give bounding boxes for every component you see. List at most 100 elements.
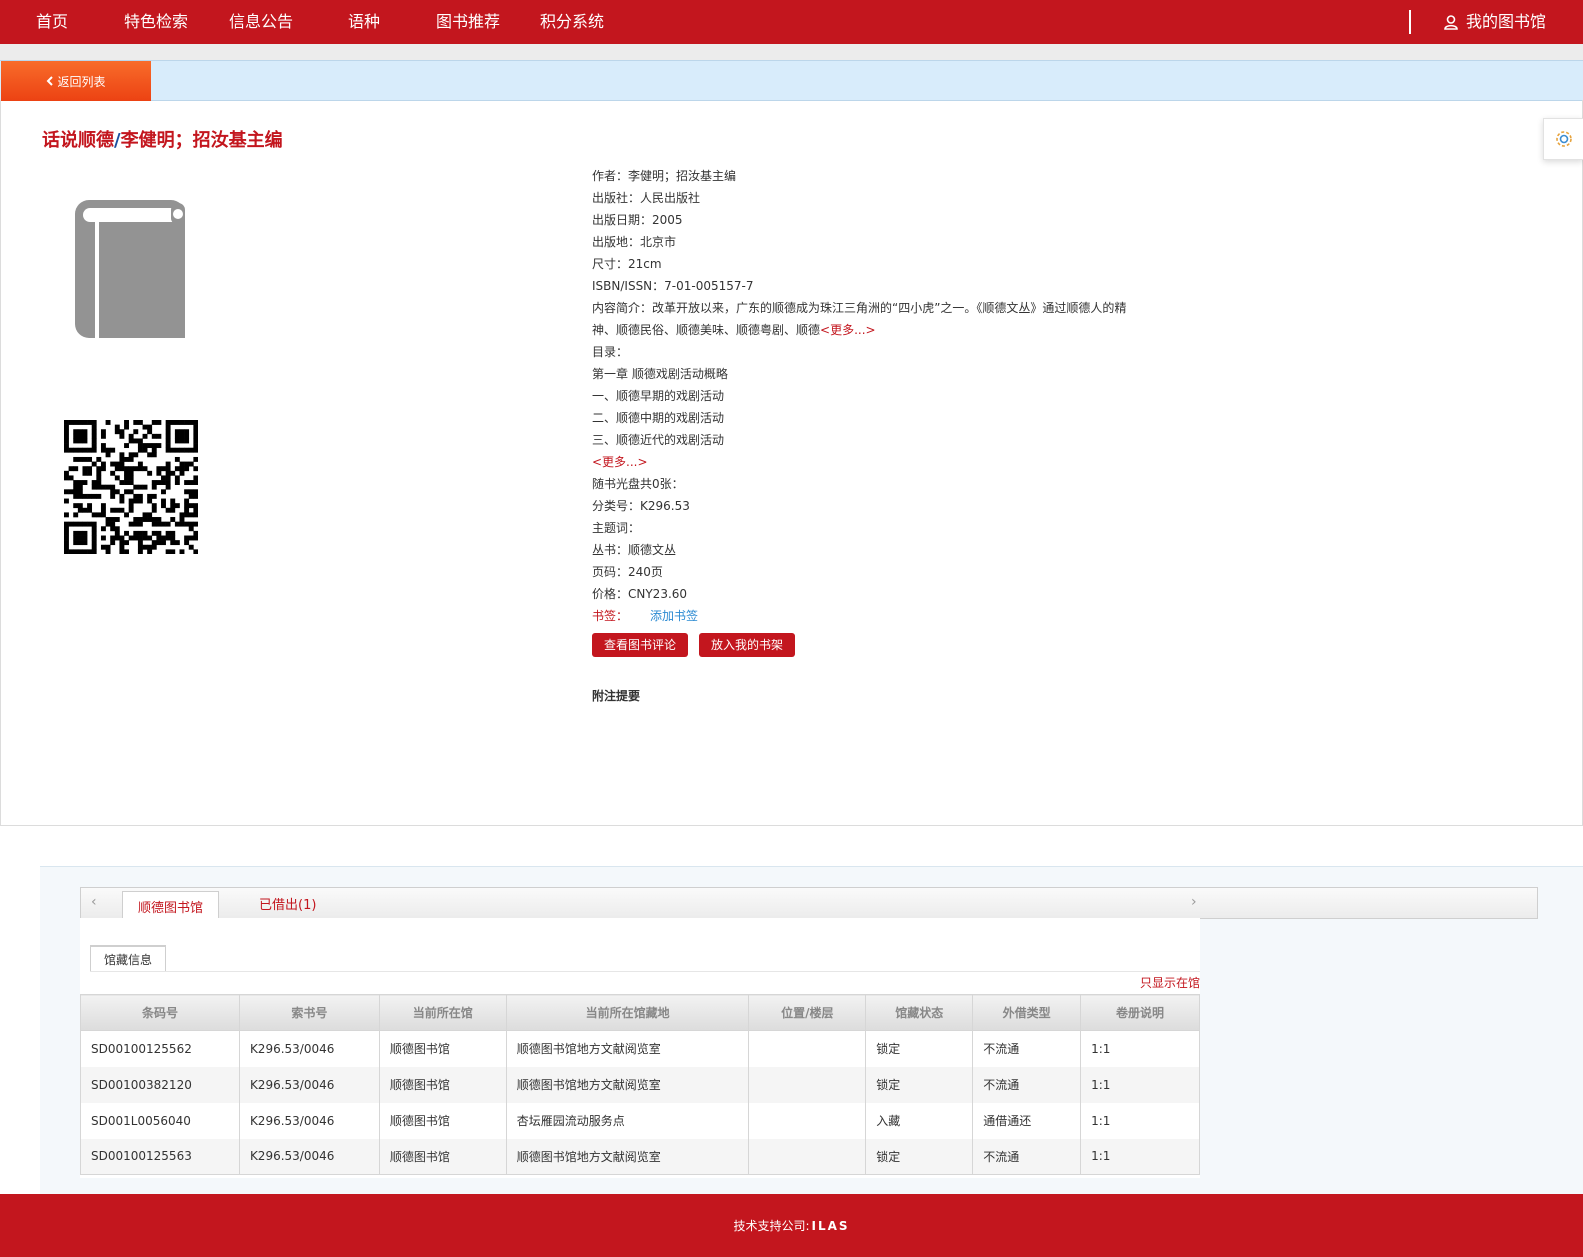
- cell-call-number: K296.53/0046: [238, 1138, 380, 1175]
- subtab-holdings-info[interactable]: 馆藏信息: [90, 945, 166, 971]
- cell-volume: 1:1: [1080, 1030, 1200, 1067]
- nav-points-system[interactable]: 积分系统: [540, 0, 604, 44]
- table-row: SD00100125563 K296.53/0046 顺德图书馆 顺德图书馆地方…: [80, 1138, 1200, 1175]
- cell-floor: [748, 1066, 867, 1103]
- back-to-list-label: 返回列表: [57, 74, 106, 89]
- col-volume: 卷册说明: [1080, 994, 1200, 1031]
- toc-more-link[interactable]: <更多...>: [592, 455, 648, 469]
- cell-library: 顺德图书馆: [378, 1102, 507, 1139]
- my-library-label: 我的图书馆: [1466, 12, 1547, 31]
- toc-item: 一、顺德早期的戏剧活动: [592, 389, 725, 403]
- back-to-list-button[interactable]: 返回列表: [1, 61, 151, 101]
- toc-item: 第一章 顺德戏剧活动概略: [592, 367, 728, 381]
- nav-divider: [1409, 10, 1411, 34]
- info-price: 价格：CNY23.60: [592, 587, 688, 601]
- info-isbn: ISBN/ISSN：7-01-005157-7: [592, 279, 754, 293]
- col-call-number: 索书号: [238, 994, 380, 1031]
- cell-library: 顺德图书馆: [378, 1030, 507, 1067]
- cell-location: 顺德图书馆地方文献阅览室: [505, 1030, 750, 1067]
- cell-volume: 1:1: [1080, 1138, 1200, 1175]
- cell-location: 顺德图书馆地方文献阅览室: [505, 1138, 750, 1175]
- book-title: 话说顺德/李健明；招汝基主编: [42, 126, 283, 152]
- bookmark-label: 书签：: [592, 609, 629, 623]
- my-library-link[interactable]: 我的图书馆: [1444, 0, 1546, 44]
- book-cover-icon: [75, 200, 185, 338]
- cell-loan-type: 不流通: [972, 1066, 1082, 1103]
- cell-call-number: K296.53/0046: [238, 1030, 380, 1067]
- cell-floor: [748, 1030, 867, 1067]
- holdings-table: 条码号 索书号 当前所在馆 当前所在馆藏地 位置/楼层 馆藏状态 外借类型 卷册…: [80, 994, 1200, 1175]
- info-class-no: 分类号：K296.53: [592, 499, 690, 513]
- subtab-divider: [90, 971, 1200, 972]
- cell-volume: 1:1: [1080, 1102, 1200, 1139]
- nav-special-search[interactable]: 特色检索: [124, 0, 188, 44]
- library-tabbar: ‹ 顺德图书馆 已借出(1) ›: [80, 887, 1538, 920]
- table-row: SD001L0056040 K296.53/0046 顺德图书馆 杏坛雁园流动服…: [80, 1102, 1200, 1139]
- add-to-shelf-button[interactable]: 放入我的书架: [699, 633, 796, 657]
- tab-borrowed[interactable]: 已借出(1): [259, 891, 316, 920]
- only-in-library-filter[interactable]: 只显示在馆: [1140, 974, 1200, 991]
- tab-shunde-library[interactable]: 顺德图书馆: [122, 891, 219, 920]
- footer-company: ILAS: [811, 1218, 850, 1233]
- table-header-row: 条码号 索书号 当前所在馆 当前所在馆藏地 位置/楼层 馆藏状态 外借类型 卷册…: [80, 994, 1200, 1031]
- nav-languages[interactable]: 语种: [348, 0, 380, 44]
- col-location: 当前所在馆藏地: [505, 994, 750, 1031]
- add-bookmark-link[interactable]: 添加书签: [650, 609, 698, 623]
- toc-item: 二、顺德中期的戏剧活动: [592, 411, 725, 425]
- info-pub-place: 出版地：北京市: [592, 235, 677, 249]
- cell-loan-type: 通借通还: [972, 1102, 1082, 1139]
- info-pub-date: 出版日期：2005: [592, 213, 683, 227]
- back-bar: 返回列表: [0, 60, 1583, 101]
- info-pages: 页码：240页: [592, 565, 663, 579]
- gear-icon: [1555, 131, 1572, 147]
- book-title-author: 李健明；招汝基主编: [120, 130, 283, 151]
- info-bookmark: 书签： 添加书签: [592, 605, 1132, 627]
- cell-status: 锁定: [865, 1066, 974, 1103]
- info-disc: 随书光盘共0张：: [592, 477, 684, 491]
- tab-next-arrow-icon[interactable]: ›: [1191, 894, 1197, 910]
- action-buttons: 查看图书评论 放入我的书架: [592, 633, 1132, 657]
- cell-barcode: SD00100125562: [80, 1030, 240, 1067]
- top-navigation: 首页 特色检索 信息公告 语种 图书推荐 积分系统 我的图书馆: [0, 0, 1583, 44]
- chevron-left-icon: [47, 76, 54, 86]
- cell-library: 顺德图书馆: [378, 1138, 507, 1175]
- cell-status: 入藏: [865, 1102, 974, 1139]
- table-row: SD00100382120 K296.53/0046 顺德图书馆 顺德图书馆地方…: [80, 1066, 1200, 1103]
- cell-location: 顺德图书馆地方文献阅览室: [505, 1066, 750, 1103]
- col-floor: 位置/楼层: [748, 994, 867, 1031]
- footer-label: 技术支持公司:: [733, 1219, 810, 1233]
- view-reviews-button[interactable]: 查看图书评论: [592, 633, 689, 657]
- cell-status: 锁定: [865, 1138, 974, 1175]
- nav-book-recommend[interactable]: 图书推荐: [436, 0, 500, 44]
- cell-barcode: SD00100125563: [80, 1138, 240, 1175]
- col-status: 馆藏状态: [865, 994, 974, 1031]
- nav-home[interactable]: 首页: [36, 0, 68, 44]
- summary-more-link[interactable]: <更多...>: [820, 323, 876, 337]
- col-loan-type: 外借类型: [972, 994, 1082, 1031]
- title-slash: /: [114, 130, 121, 151]
- cell-barcode: SD00100382120: [80, 1066, 240, 1103]
- holdings-table-panel: 馆藏信息 只显示在馆 条码号 索书号 当前所在馆 当前所在馆藏地 位置/楼层 馆…: [80, 918, 1200, 1178]
- cell-barcode: SD001L0056040: [80, 1102, 240, 1139]
- info-toc-label: 目录：: [592, 345, 629, 359]
- book-title-main: 话说顺德: [42, 130, 114, 151]
- col-library: 当前所在馆: [378, 994, 507, 1031]
- info-subject: 主题词：: [592, 521, 641, 535]
- header-spacer: [0, 44, 1583, 60]
- tab-prev-arrow-icon[interactable]: ‹: [91, 894, 97, 910]
- cell-call-number: K296.53/0046: [238, 1066, 380, 1103]
- cell-loan-type: 不流通: [972, 1138, 1082, 1175]
- nav-announcements[interactable]: 信息公告: [229, 0, 293, 44]
- user-icon: [1444, 14, 1458, 30]
- info-publisher: 出版社：人民出版社: [592, 191, 701, 205]
- toc-item: 三、顺德近代的戏剧活动: [592, 433, 725, 447]
- cell-call-number: K296.53/0046: [238, 1102, 380, 1139]
- info-author: 作者：李健明；招汝基主编: [592, 169, 737, 183]
- cell-floor: [748, 1138, 867, 1175]
- notes-title: 附注提要: [592, 689, 641, 703]
- side-settings-button[interactable]: [1543, 118, 1583, 160]
- table-row: SD00100125562 K296.53/0046 顺德图书馆 顺德图书馆地方…: [80, 1030, 1200, 1067]
- cell-status: 锁定: [865, 1030, 974, 1067]
- footer: 技术支持公司: ILAS: [0, 1194, 1583, 1257]
- cell-floor: [748, 1102, 867, 1139]
